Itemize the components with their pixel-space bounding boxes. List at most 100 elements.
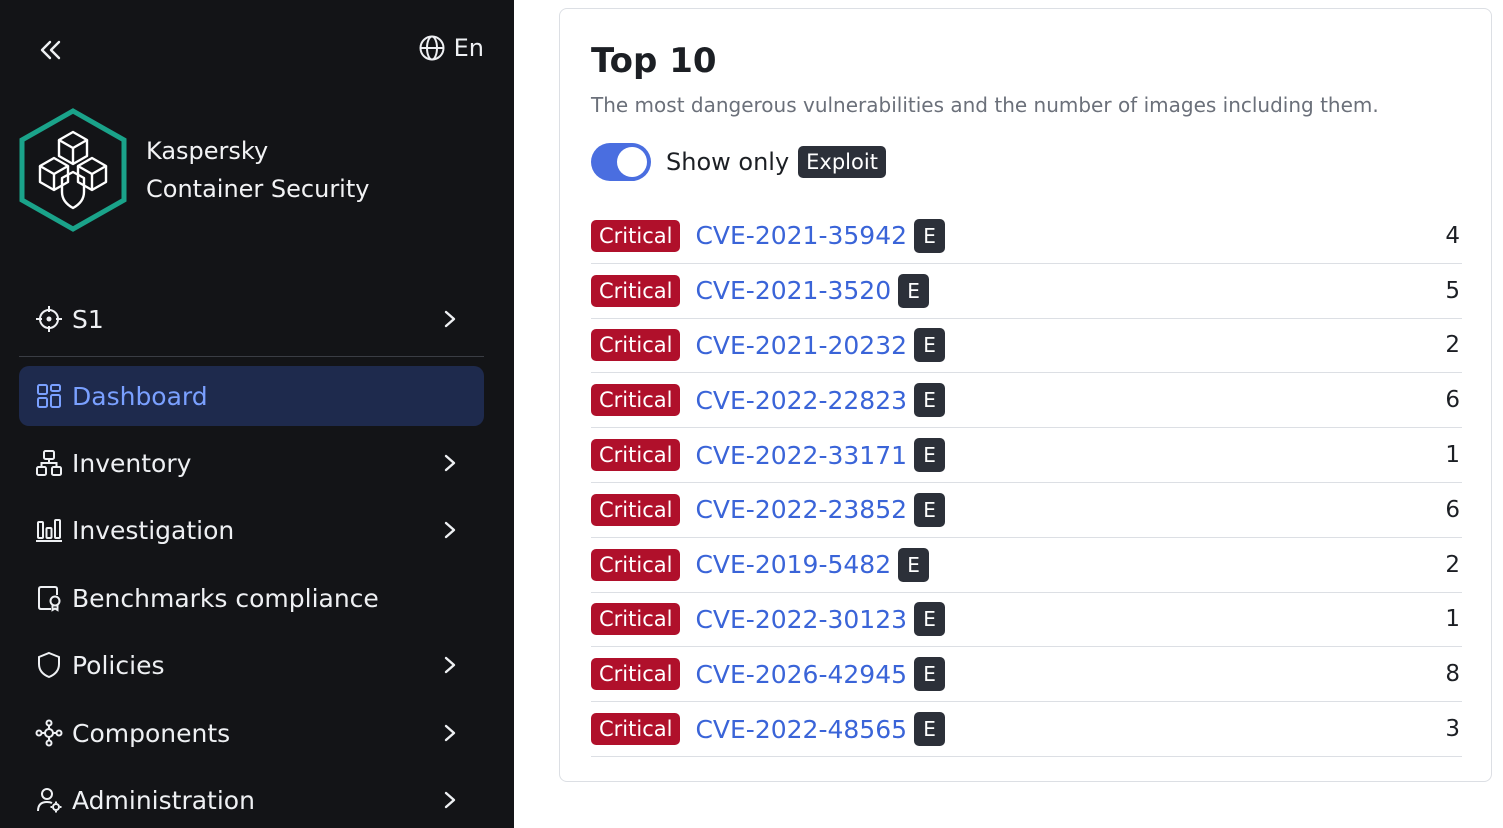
- vulnerability-row: Critical CVE-2021-35942 E 4: [591, 209, 1462, 264]
- top-vulnerabilities-card: Top 10 The most dangerous vulnerabilitie…: [559, 8, 1492, 782]
- language-switcher[interactable]: En: [418, 34, 484, 62]
- benchmark-icon: [35, 584, 63, 612]
- brand-name: Kaspersky: [146, 137, 269, 165]
- severity-badge: Critical: [591, 603, 681, 636]
- crosshair-icon: [35, 305, 63, 333]
- investigation-icon: [35, 516, 63, 544]
- exploit-filter: Show only Exploit: [591, 143, 886, 181]
- chevron-right-icon: [438, 721, 462, 745]
- cve-link[interactable]: CVE-2019-5482: [695, 550, 891, 579]
- shield-icon: [35, 651, 63, 679]
- sidebar-item-label: Dashboard: [72, 381, 208, 411]
- scope-selector[interactable]: S1: [19, 289, 484, 349]
- sidebar-item-inventory[interactable]: Inventory: [19, 433, 484, 493]
- sidebar-item-benchmarks-compliance[interactable]: Benchmarks compliance: [19, 568, 484, 628]
- cve-link[interactable]: CVE-2021-3520: [695, 276, 891, 305]
- show-only-exploit-toggle[interactable]: [591, 143, 651, 181]
- vulnerability-row: Critical CVE-2022-30123 E 1: [591, 593, 1462, 648]
- cve-link[interactable]: CVE-2021-20232: [695, 331, 907, 360]
- chevron-right-icon: [438, 518, 462, 542]
- vulnerability-row: Critical CVE-2022-23852 E 6: [591, 483, 1462, 538]
- exploit-indicator-badge: E: [914, 657, 946, 692]
- cve-link[interactable]: CVE-2021-35942: [695, 221, 907, 250]
- exploit-indicator-badge: E: [914, 328, 946, 363]
- card-title: Top 10: [591, 41, 717, 81]
- dashboard-icon: [35, 382, 63, 410]
- sidebar-item-label: Policies: [72, 650, 165, 680]
- language-label: En: [453, 34, 484, 62]
- double-chevron-left-icon: [40, 40, 61, 60]
- exploit-badge: Exploit: [798, 146, 886, 178]
- exploit-indicator-badge: E: [914, 492, 946, 527]
- severity-badge: Critical: [591, 658, 681, 691]
- vulnerability-row: Critical CVE-2022-22823 E 6: [591, 373, 1462, 429]
- image-count: 4: [1445, 222, 1460, 249]
- image-count: 6: [1445, 387, 1460, 414]
- product-name: Container Security: [146, 175, 370, 203]
- scope-label: S1: [72, 304, 104, 334]
- image-count: 5: [1445, 277, 1460, 304]
- sidebar-item-label: Investigation: [72, 515, 235, 545]
- severity-badge: Critical: [591, 329, 681, 362]
- cve-link[interactable]: CVE-2026-42945: [695, 660, 907, 689]
- admin-icon: [35, 786, 63, 814]
- vulnerability-row: Critical CVE-2019-5482 E 2: [591, 538, 1462, 593]
- vulnerability-row: Critical CVE-2021-3520 E 5: [591, 264, 1462, 319]
- cve-link[interactable]: CVE-2022-48565: [695, 715, 907, 744]
- components-icon: [35, 719, 63, 747]
- sidebar-divider: [19, 356, 484, 357]
- exploit-indicator-badge: E: [914, 383, 946, 418]
- brand: Kaspersky Container Security: [17, 108, 369, 232]
- severity-badge: Critical: [591, 548, 681, 581]
- vulnerability-row: Critical CVE-2026-42945 E 8: [591, 647, 1462, 703]
- vulnerability-row: Critical CVE-2022-33171 E 1: [591, 428, 1462, 483]
- chevron-right-icon: [438, 788, 462, 812]
- sidebar-item-label: Inventory: [72, 448, 192, 478]
- vulnerability-row: Critical CVE-2022-48565 E 3: [591, 702, 1462, 757]
- exploit-indicator-badge: E: [914, 712, 946, 747]
- severity-badge: Critical: [591, 219, 681, 252]
- severity-badge: Critical: [591, 274, 681, 307]
- vulnerability-row: Critical CVE-2021-20232 E 2: [591, 319, 1462, 374]
- sidebar-item-components[interactable]: Components: [19, 703, 484, 763]
- chevron-right-icon: [438, 653, 462, 677]
- exploit-indicator-badge: E: [914, 218, 946, 253]
- vulnerability-list: Critical CVE-2021-35942 E 4 Critical CVE…: [591, 209, 1462, 757]
- severity-badge: Critical: [591, 439, 681, 472]
- kaspersky-logo-icon: [19, 108, 127, 232]
- image-count: 6: [1445, 496, 1460, 523]
- image-count: 1: [1445, 606, 1460, 633]
- sidebar-item-investigation[interactable]: Investigation: [19, 500, 484, 560]
- cve-link[interactable]: CVE-2022-33171: [695, 441, 907, 470]
- image-count: 3: [1445, 716, 1460, 743]
- sidebar-item-label: Administration: [72, 785, 255, 815]
- sidebar: En Kaspersky Container Security S1 Dashb…: [0, 0, 514, 828]
- sidebar-item-policies[interactable]: Policies: [19, 635, 484, 695]
- sidebar-item-dashboard[interactable]: Dashboard: [19, 366, 484, 426]
- sidebar-item-label: Benchmarks compliance: [72, 583, 379, 613]
- image-count: 2: [1445, 551, 1460, 578]
- severity-badge: Critical: [591, 713, 681, 746]
- sidebar-item-administration[interactable]: Administration: [19, 770, 484, 828]
- exploit-indicator-badge: E: [898, 273, 930, 308]
- card-subtitle: The most dangerous vulnerabilities and t…: [591, 93, 1379, 117]
- cve-link[interactable]: CVE-2022-30123: [695, 605, 907, 634]
- chevron-right-icon: [438, 451, 462, 475]
- image-count: 1: [1445, 442, 1460, 469]
- globe-icon: [419, 35, 445, 61]
- image-count: 8: [1445, 661, 1460, 688]
- toggle-label: Show only: [666, 148, 790, 176]
- sidebar-item-label: Components: [72, 718, 231, 748]
- severity-badge: Critical: [591, 493, 681, 526]
- image-count: 2: [1445, 332, 1460, 359]
- chevron-right-icon: [438, 307, 462, 331]
- exploit-indicator-badge: E: [914, 602, 946, 637]
- cve-link[interactable]: CVE-2022-23852: [695, 495, 907, 524]
- exploit-indicator-badge: E: [898, 547, 930, 582]
- severity-badge: Critical: [591, 384, 681, 417]
- collapse-sidebar-button[interactable]: [36, 36, 64, 64]
- exploit-indicator-badge: E: [914, 438, 946, 473]
- toggle-knob: [617, 147, 647, 177]
- inventory-icon: [35, 449, 63, 477]
- cve-link[interactable]: CVE-2022-22823: [695, 386, 907, 415]
